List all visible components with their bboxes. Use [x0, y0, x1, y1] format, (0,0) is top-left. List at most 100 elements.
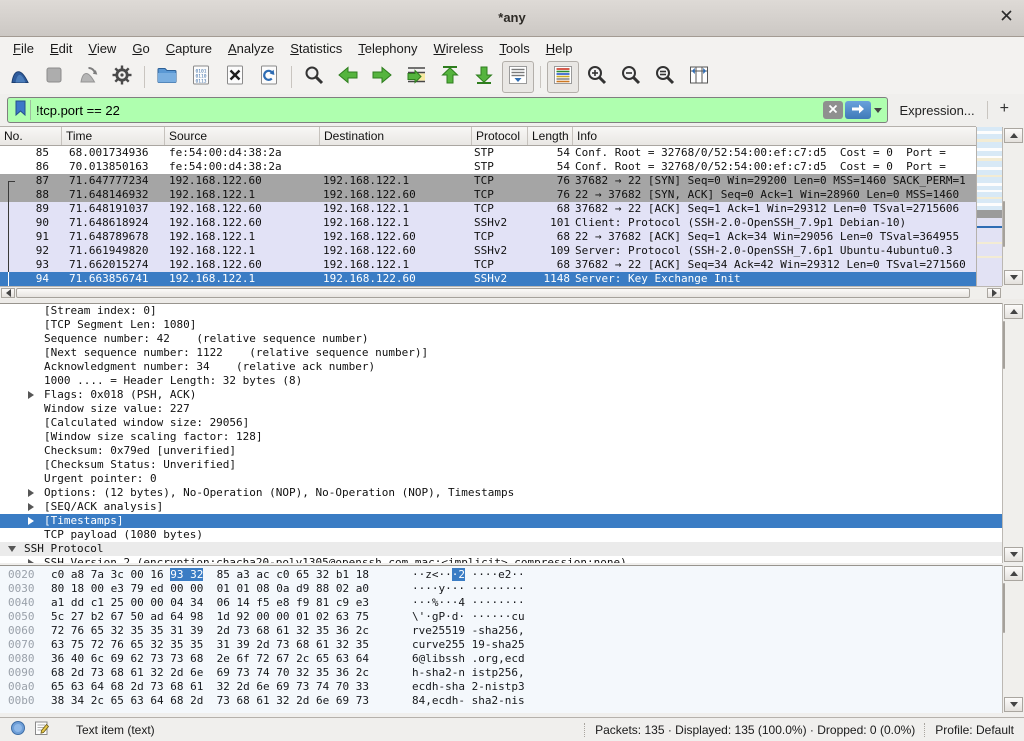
- hex-row[interactable]: 006072 76 65 32 35 35 31 39 2d 73 68 61 …: [0, 624, 1004, 638]
- hex-row[interactable]: 003080 18 00 e3 79 ed 00 00 01 01 08 0a …: [0, 582, 1004, 596]
- packet-list-minimap[interactable]: [976, 127, 1002, 286]
- column-header-info[interactable]: Info: [573, 127, 976, 145]
- menu-file[interactable]: File: [5, 37, 42, 60]
- capture-restart-button[interactable]: [72, 61, 104, 93]
- hex-row[interactable]: 00505c 27 b2 67 50 ad 64 98 1d 92 00 00 …: [0, 610, 1004, 624]
- go-last-button[interactable]: [468, 61, 500, 93]
- scroll-down-button[interactable]: [1004, 547, 1023, 562]
- menu-view[interactable]: View: [80, 37, 124, 60]
- packet-row[interactable]: 8871.648146932192.168.122.1192.168.122.6…: [0, 188, 976, 202]
- hex-row[interactable]: 0040a1 dd c1 25 00 00 04 34 06 14 f5 e8 …: [0, 596, 1004, 610]
- zoom-in-button[interactable]: [581, 61, 613, 93]
- auto-scroll-button[interactable]: [502, 61, 534, 93]
- detail-line[interactable]: Options: (12 bytes), No-Operation (NOP),…: [0, 486, 1004, 500]
- go-to-packet-button[interactable]: [400, 61, 432, 93]
- packet-row[interactable]: 9171.648789678192.168.122.1192.168.122.6…: [0, 230, 976, 244]
- hex-row[interactable]: 00a065 63 64 68 2d 73 68 61 32 2d 6e 69 …: [0, 680, 1004, 694]
- scroll-right-button[interactable]: [987, 288, 1001, 298]
- packet-row[interactable]: 9271.661949820192.168.122.1192.168.122.6…: [0, 244, 976, 258]
- detail-line[interactable]: 1000 .... = Header Length: 32 bytes (8): [0, 374, 1004, 388]
- file-close-button[interactable]: [219, 61, 251, 93]
- capture-start-button[interactable]: [4, 61, 36, 93]
- detail-line[interactable]: Acknowledgment number: 34 (relative ack …: [0, 360, 1004, 374]
- detail-line[interactable]: [TCP Segment Len: 1080]: [0, 318, 1004, 332]
- file-reload-button[interactable]: [253, 61, 285, 93]
- display-filter-input[interactable]: [31, 99, 823, 121]
- filter-clear-button[interactable]: [823, 101, 843, 119]
- add-filter-button[interactable]: +: [996, 100, 1017, 120]
- scrollbar-thumb[interactable]: [16, 288, 970, 298]
- hex-row[interactable]: 007063 75 72 76 65 32 35 35 31 39 2d 73 …: [0, 638, 1004, 652]
- detail-line[interactable]: [Window size scaling factor: 128]: [0, 430, 1004, 444]
- zoom-out-button[interactable]: [615, 61, 647, 93]
- zoom-100-button[interactable]: [649, 61, 681, 93]
- packet-row[interactable]: 8568.001734936fe:54:00:d4:38:2aSTP54Conf…: [0, 146, 976, 160]
- file-open-button[interactable]: [151, 61, 183, 93]
- scrollbar-thumb[interactable]: [1003, 321, 1005, 369]
- menu-analyze[interactable]: Analyze: [220, 37, 282, 60]
- column-header-protocol[interactable]: Protocol: [472, 127, 528, 145]
- menu-capture[interactable]: Capture: [158, 37, 220, 60]
- colorize-packets-button[interactable]: [547, 61, 579, 93]
- detail-line[interactable]: TCP payload (1080 bytes): [0, 528, 1004, 542]
- expand-arrow-icon[interactable]: [28, 391, 34, 399]
- filter-history-dropdown[interactable]: [871, 101, 885, 119]
- packet-row[interactable]: 8670.013850163fe:54:00:d4:38:2aSTP54Conf…: [0, 160, 976, 174]
- scroll-up-button[interactable]: [1004, 128, 1023, 143]
- filter-bookmark-button[interactable]: [10, 100, 31, 120]
- hex-row[interactable]: 009068 2d 73 68 61 32 2d 6e 69 73 74 70 …: [0, 666, 1004, 680]
- hex-row[interactable]: 008036 40 6c 69 62 73 73 68 2e 6f 72 67 …: [0, 652, 1004, 666]
- detail-line[interactable]: [Calculated window size: 29056]: [0, 416, 1004, 430]
- capture-options-button[interactable]: [106, 61, 138, 93]
- menu-wireless[interactable]: Wireless: [426, 37, 492, 60]
- detail-line[interactable]: Sequence number: 42 (relative sequence n…: [0, 332, 1004, 346]
- detail-line[interactable]: SSH Version 2 (encryption:chacha20-poly1…: [0, 556, 1004, 563]
- go-back-button[interactable]: [332, 61, 364, 93]
- packet-row[interactable]: 9471.663856741192.168.122.1192.168.122.6…: [0, 272, 976, 286]
- capture-stop-button[interactable]: [38, 61, 70, 93]
- detail-line[interactable]: Checksum: 0x79ed [unverified]: [0, 444, 1004, 458]
- detail-line[interactable]: [Timestamps]: [0, 514, 1004, 528]
- detail-line[interactable]: [Checksum Status: Unverified]: [0, 458, 1004, 472]
- display-filter-field[interactable]: [7, 97, 888, 123]
- profile-label[interactable]: Profile: Default: [935, 723, 1014, 737]
- menu-telephony[interactable]: Telephony: [350, 37, 425, 60]
- scroll-up-button[interactable]: [1004, 566, 1023, 581]
- packet-row[interactable]: 9071.648618924192.168.122.60192.168.122.…: [0, 216, 976, 230]
- scroll-down-button[interactable]: [1004, 697, 1023, 712]
- scroll-up-button[interactable]: [1004, 304, 1023, 319]
- expression-button[interactable]: Expression...: [896, 103, 979, 118]
- expand-arrow-icon[interactable]: [28, 489, 34, 497]
- expand-arrow-icon[interactable]: [28, 517, 34, 525]
- scrollbar-thumb[interactable]: [1003, 583, 1005, 633]
- column-header-length[interactable]: Length: [528, 127, 573, 145]
- detail-line[interactable]: [Next sequence number: 1122 (relative se…: [0, 346, 1004, 360]
- hex-row[interactable]: 0020c0 a8 7a 3c 00 16 93 32 85 a3 ac c0 …: [0, 568, 1004, 582]
- menu-statistics[interactable]: Statistics: [282, 37, 350, 60]
- detail-pane-vscrollbar[interactable]: [1002, 303, 1024, 563]
- detail-line[interactable]: Flags: 0x018 (PSH, ACK): [0, 388, 1004, 402]
- column-header-no[interactable]: No.: [0, 127, 62, 145]
- hex-row[interactable]: 00b038 34 2c 65 63 64 68 2d 73 68 61 32 …: [0, 694, 1004, 708]
- scrollbar-thumb[interactable]: [1003, 201, 1005, 247]
- packet-row[interactable]: 8971.648191037192.168.122.60192.168.122.…: [0, 202, 976, 216]
- packet-row[interactable]: 9371.662015274192.168.122.60192.168.122.…: [0, 258, 976, 272]
- scroll-left-button[interactable]: [1, 288, 15, 298]
- filter-apply-button[interactable]: [845, 101, 871, 119]
- capture-comment-button[interactable]: [34, 720, 50, 739]
- packet-list-hscrollbar[interactable]: [0, 286, 1002, 299]
- detail-line[interactable]: [Stream index: 0]: [0, 304, 1004, 318]
- column-header-time[interactable]: Time: [62, 127, 165, 145]
- detail-line[interactable]: [SEQ/ACK analysis]: [0, 500, 1004, 514]
- find-packet-button[interactable]: [298, 61, 330, 93]
- menu-go[interactable]: Go: [124, 37, 157, 60]
- expert-info-button[interactable]: [10, 720, 26, 739]
- collapse-arrow-icon[interactable]: [8, 546, 16, 552]
- detail-line[interactable]: SSH Protocol: [0, 542, 1004, 556]
- file-save-button[interactable]: 010101100113: [185, 61, 217, 93]
- column-header-source[interactable]: Source: [165, 127, 320, 145]
- menu-edit[interactable]: Edit: [42, 37, 80, 60]
- column-header-destination[interactable]: Destination: [320, 127, 472, 145]
- go-forward-button[interactable]: [366, 61, 398, 93]
- expand-arrow-icon[interactable]: [28, 503, 34, 511]
